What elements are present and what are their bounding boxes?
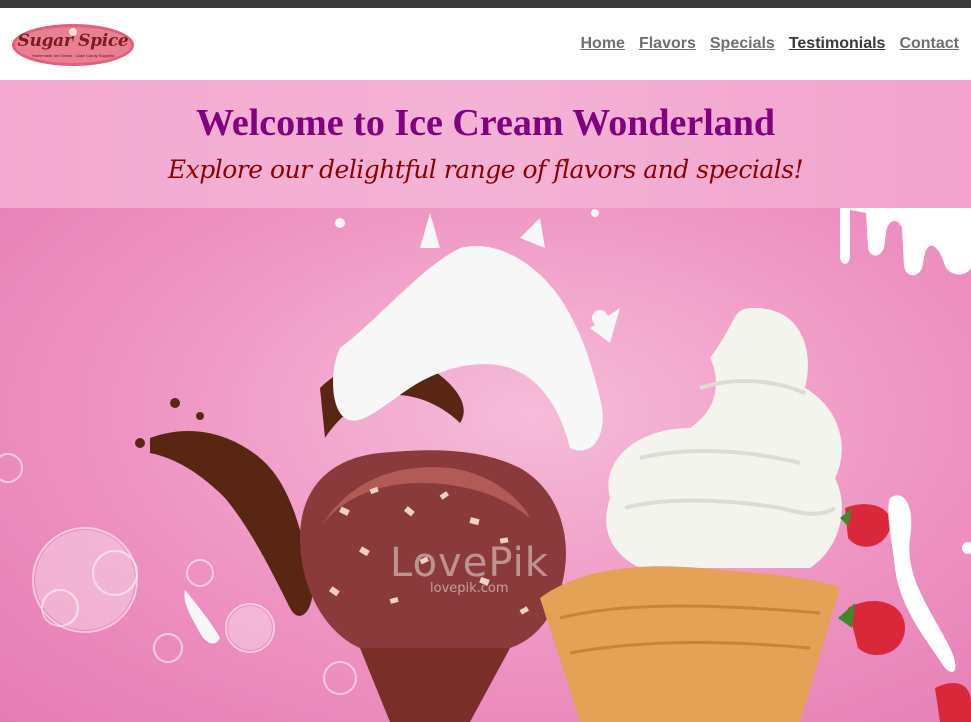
watermark-text: LovePik — [390, 540, 549, 586]
brand-logo[interactable]: Sugar Spice Homemade Ice Cream · Cake Ca… — [11, 23, 135, 67]
ice-cream-illustration — [0, 208, 971, 722]
nav-home[interactable]: Home — [581, 35, 625, 53]
nav-contact[interactable]: Contact — [899, 35, 959, 53]
hero-subtitle: Explore our delightful range of flavors … — [167, 155, 804, 184]
hero-image: LovePik lovepik.com — [0, 208, 971, 722]
nav-flavors[interactable]: Flavors — [639, 35, 696, 53]
watermark-subtext: lovepik.com — [430, 581, 509, 596]
top-strip — [0, 0, 971, 8]
milk-drip-icon — [840, 208, 971, 276]
main-nav: Home Flavors Specials Testimonials Conta… — [567, 35, 960, 53]
hero-title: Welcome to Ice Cream Wonderland — [195, 102, 776, 144]
site-header: Sugar Spice Homemade Ice Cream · Cake Ca… — [0, 8, 971, 80]
milk-splash-right-icon — [888, 495, 971, 672]
logo-ellipse-icon — [12, 24, 134, 66]
nav-testimonials[interactable]: Testimonials — [789, 35, 886, 53]
nav-specials[interactable]: Specials — [710, 35, 775, 53]
